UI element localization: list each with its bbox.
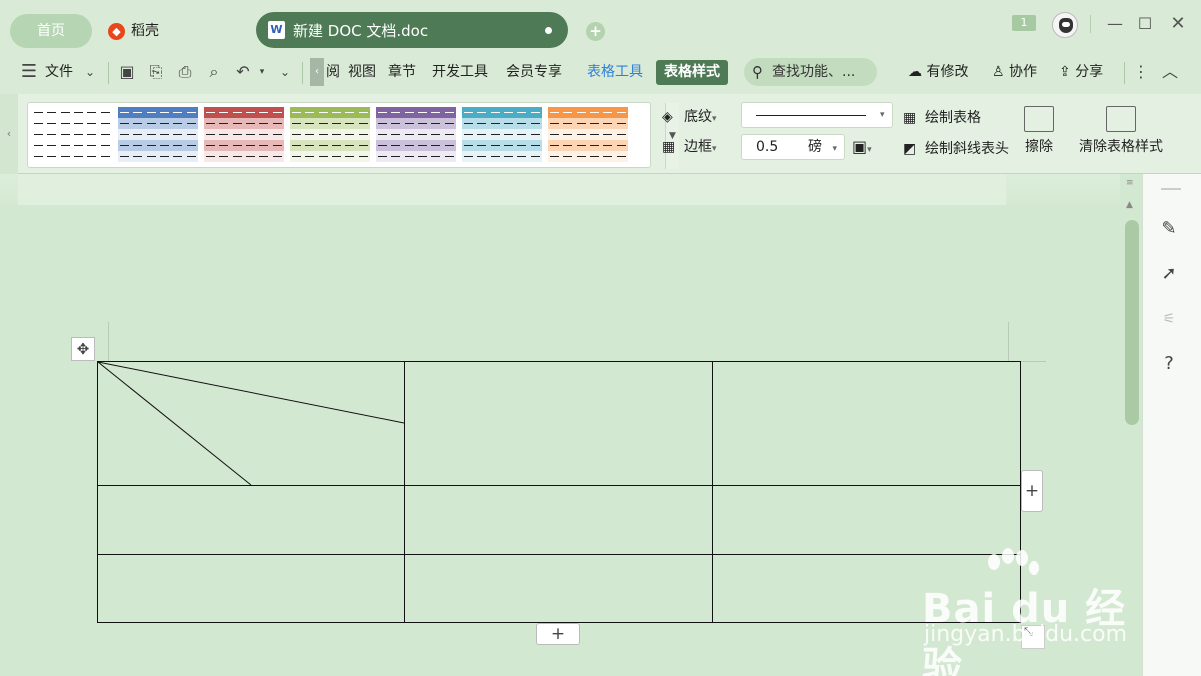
table-border <box>97 361 1021 623</box>
baidu-jingyan-watermark: Bai du 经验 jingyan.baidu.com <box>922 548 1142 676</box>
add-column-button[interactable]: + <box>1021 470 1043 512</box>
add-row-button[interactable]: + <box>536 623 580 645</box>
diagonal-header-line <box>97 361 405 424</box>
watermark-sub-text: jingyan.baidu.com <box>924 622 1128 647</box>
diagonal-header-line <box>97 361 252 486</box>
